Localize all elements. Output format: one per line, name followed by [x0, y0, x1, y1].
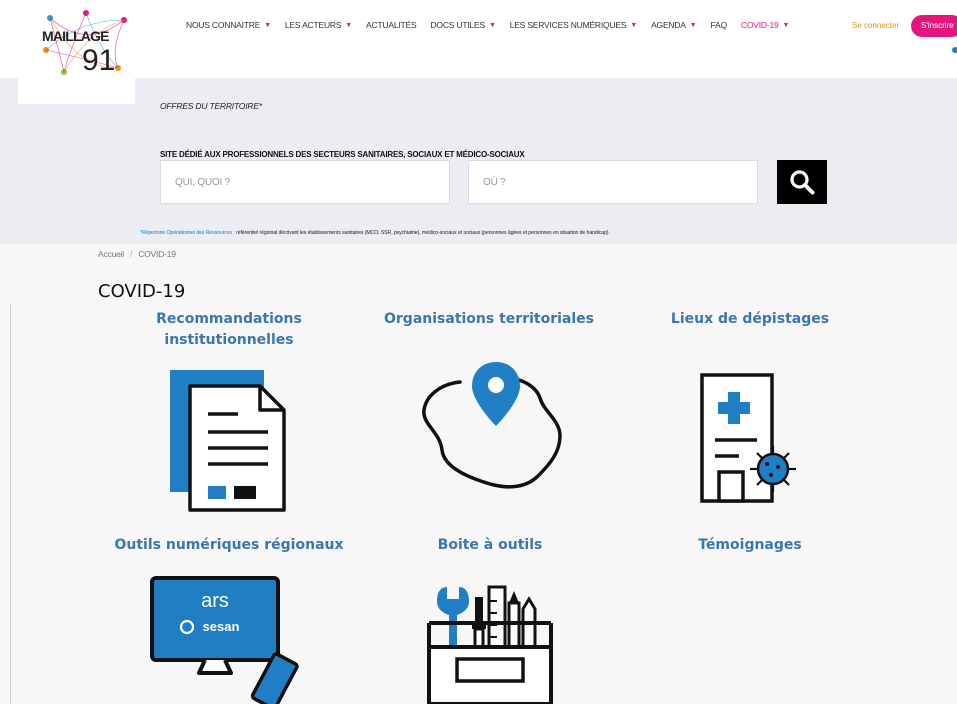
- nav-item-covid-19[interactable]: COVID-19 ▼: [740, 20, 790, 30]
- nav-item-label: COVID-19: [740, 20, 779, 30]
- tile-title-depistages[interactable]: Lieux de dépistages: [656, 309, 844, 330]
- map-pin-icon[interactable]: [420, 360, 566, 494]
- ror-text: référentiel régional décrivant les établ…: [234, 230, 610, 236]
- main-nav: NOUS CONNAITRE ▼ LES ACTEURS ▼ ACTUALITÉS DOC…: [186, 20, 803, 30]
- logo-text: MAILLAGE: [42, 28, 109, 44]
- what-search-input[interactable]: QUI, QUOI ?: [160, 160, 450, 204]
- maillage-logo: MAILLAGE 91: [42, 10, 127, 77]
- hospital-virus-icon[interactable]: [699, 372, 801, 506]
- nav-item-docs-utiles[interactable]: DOCS UTILES ▼: [430, 20, 495, 30]
- caret-down-icon: ▼: [264, 21, 271, 29]
- document-icon[interactable]: [168, 368, 290, 514]
- logo-number: 91: [82, 44, 115, 77]
- search-button[interactable]: [777, 160, 827, 204]
- scroll-indicator-icon: [952, 47, 957, 53]
- caret-down-icon: ▼: [488, 21, 496, 29]
- nav-item-actualit-s[interactable]: ACTUALITÉS: [366, 20, 417, 30]
- tile-title-organisations[interactable]: Organisations territoriales: [376, 309, 602, 330]
- login-link[interactable]: Se connecter: [852, 21, 899, 30]
- site-header: NOUS CONNAITRE ▼ LES ACTEURS ▼ ACTUALITÉS DOC…: [0, 0, 957, 78]
- breadcrumb-separator: /: [130, 249, 133, 259]
- nav-item-label: FAQ: [710, 20, 728, 30]
- tile-title-boite-outils[interactable]: Boite à outils: [410, 535, 570, 556]
- where-search-input[interactable]: OÙ ?: [468, 160, 758, 204]
- breadcrumb-current: COVID-19: [138, 249, 176, 259]
- caret-down-icon: ▼: [782, 21, 790, 29]
- nav-item-label: AGENDA: [651, 20, 686, 30]
- offers-label: OFFRES DU TERRITOIRE*: [160, 101, 262, 111]
- site-dedicated-label: SITE DÉDIÉ AUX PROFESSIONNELS DES SECTEU…: [160, 150, 525, 159]
- ror-link[interactable]: *Répertoire Opérationnel des Ressources …: [140, 230, 235, 236]
- tile-title-outils-numeriques[interactable]: Outils numériques régionaux: [104, 535, 354, 556]
- tile-title-recommandations[interactable]: Recommandations institutionnelles: [129, 309, 329, 351]
- nav-item-les-services-num-riques[interactable]: LES SERVICES NUMÉRIQUES ▼: [509, 20, 638, 30]
- logo-link[interactable]: MAILLAGE 91: [18, 0, 135, 104]
- nav-item-label: LES SERVICES NUMÉRIQUES: [509, 20, 627, 30]
- tile-title-temoignages[interactable]: Témoignages: [670, 535, 830, 556]
- breadcrumb-home[interactable]: Accueil: [98, 249, 124, 259]
- nav-item-label: LES ACTEURS: [284, 20, 342, 30]
- nav-item-label: NOUS CONNAITRE: [186, 20, 261, 30]
- breadcrumb: Accueil / COVID-19: [98, 249, 176, 259]
- nav-item-label: DOCS UTILES: [430, 20, 485, 30]
- search-icon: [790, 170, 815, 195]
- page-title: COVID-19: [98, 281, 186, 302]
- ars-logo: ars: [201, 590, 229, 612]
- signup-button[interactable]: S'inscrire: [911, 15, 957, 37]
- nav-item-faq[interactable]: FAQ: [710, 20, 728, 30]
- nav-item-agenda[interactable]: AGENDA ▼: [651, 20, 697, 30]
- ror-note: *Répertoire Opérationnel des Ressources …: [140, 230, 610, 236]
- computer-phone-icon[interactable]: ars sesan: [149, 575, 311, 704]
- caret-down-icon: ▼: [630, 21, 638, 29]
- toolbox-icon[interactable]: [425, 583, 555, 704]
- left-divider: [10, 304, 11, 704]
- caret-down-icon: ▼: [689, 21, 697, 29]
- nav-item-label: ACTUALITÉS: [366, 20, 417, 30]
- sesan-logo: sesan: [203, 619, 240, 634]
- nav-item-les-acteurs[interactable]: LES ACTEURS ▼: [285, 20, 352, 30]
- nav-item-nous-connaitre[interactable]: NOUS CONNAITRE ▼: [186, 20, 271, 30]
- caret-down-icon: ▼: [345, 21, 353, 29]
